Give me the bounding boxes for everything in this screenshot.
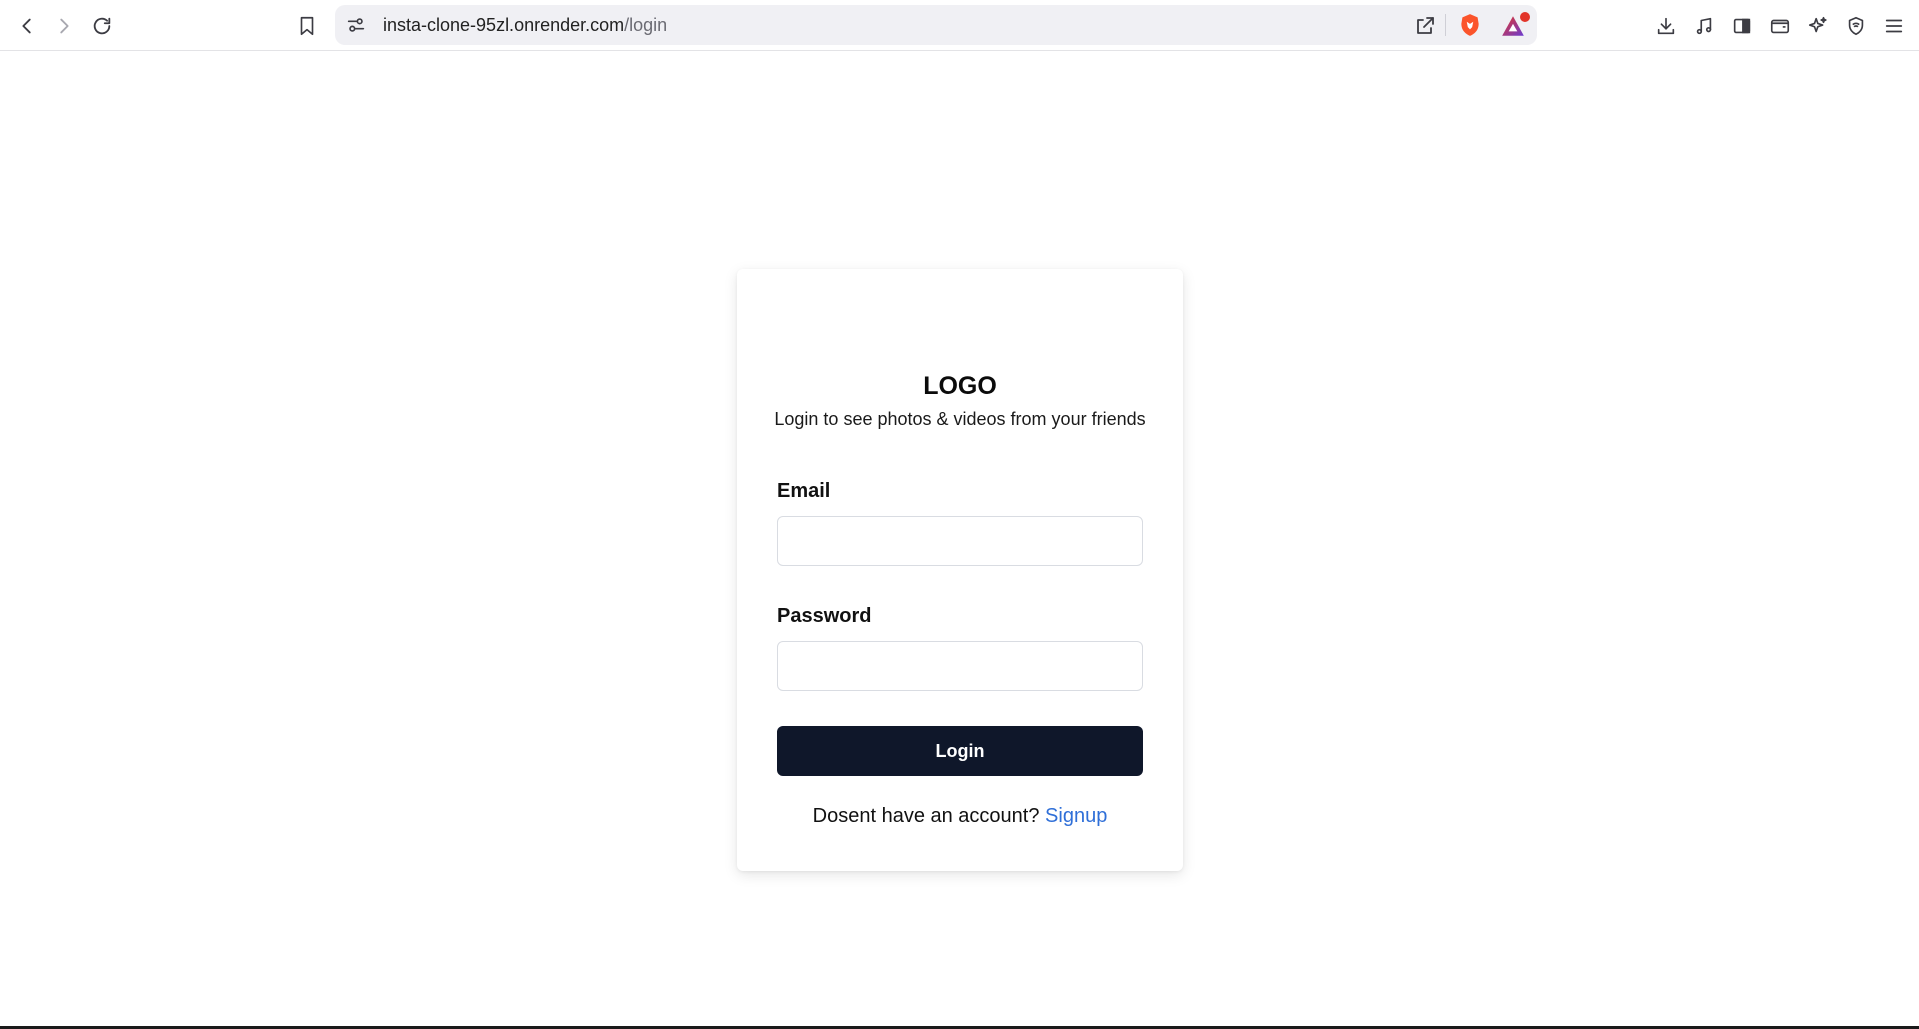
back-icon[interactable] <box>14 13 40 39</box>
menu-icon[interactable] <box>1881 13 1907 39</box>
bookmark-icon[interactable] <box>294 13 320 39</box>
url-text[interactable]: insta-clone-95zl.onrender.com/login <box>383 15 667 36</box>
signup-prompt-text: Dosent have an account? <box>812 805 1040 827</box>
password-input[interactable] <box>777 641 1143 691</box>
vpn-shield-icon[interactable] <box>1843 13 1869 39</box>
address-bar[interactable]: insta-clone-95zl.onrender.com/login <box>335 5 1537 45</box>
leo-ai-icon[interactable] <box>1805 13 1831 39</box>
share-icon[interactable] <box>1413 14 1437 38</box>
url-path: /login <box>624 15 668 35</box>
email-input[interactable] <box>777 516 1143 566</box>
browser-toolbar: insta-clone-95zl.onrender.com/login <box>0 0 1919 51</box>
rewards-notification-badge <box>1518 10 1532 24</box>
download-icon[interactable] <box>1653 13 1679 39</box>
signup-link[interactable]: Signup <box>1045 805 1107 827</box>
forward-icon[interactable] <box>51 13 77 39</box>
email-label: Email <box>777 480 831 502</box>
logo: LOGO <box>923 372 997 400</box>
url-host: insta-clone-95zl.onrender.com <box>383 15 625 35</box>
site-settings-icon[interactable] <box>345 14 367 36</box>
page-content: LOGO Login to see photos & videos from y… <box>0 51 1919 1029</box>
login-card: LOGO Login to see photos & videos from y… <box>737 269 1183 871</box>
reload-icon[interactable] <box>89 13 115 39</box>
signup-prompt-line: Dosent have an account? Signup <box>737 805 1183 828</box>
sidebar-icon[interactable] <box>1729 13 1755 39</box>
brave-shields-icon[interactable] <box>1457 12 1483 38</box>
login-button[interactable]: Login <box>777 726 1143 776</box>
wallet-icon[interactable] <box>1767 13 1793 39</box>
address-bar-divider <box>1445 14 1446 36</box>
password-label: Password <box>777 605 872 627</box>
media-music-icon[interactable] <box>1691 13 1717 39</box>
login-subtitle: Login to see photos & videos from your f… <box>774 409 1146 429</box>
